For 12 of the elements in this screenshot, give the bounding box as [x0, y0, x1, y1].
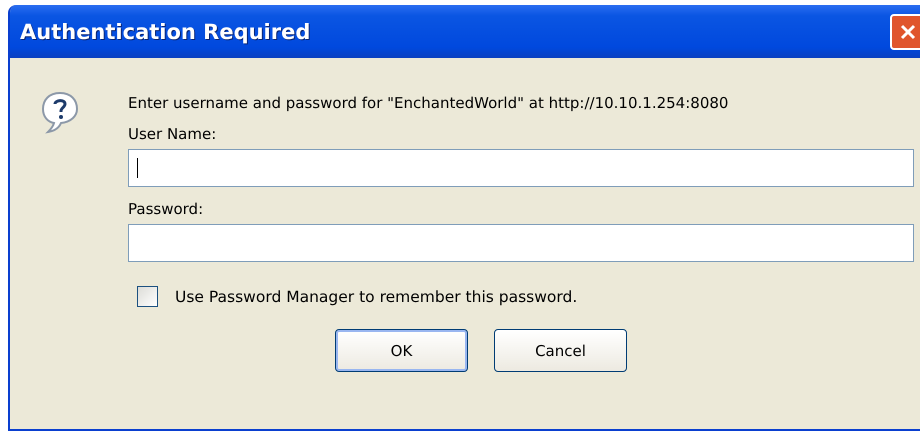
dialog-button[interactable]: OK — [335, 329, 468, 372]
prompt-message: Enter username and password for "EnchantedWorld" at http://10.10.1.254:8080 — [128, 94, 730, 112]
question-bubble-icon — [40, 90, 80, 134]
field-label: Password: — [128, 200, 204, 218]
field-label: User Name: — [128, 125, 218, 143]
window-title: Authentication Required — [20, 20, 310, 44]
input-field[interactable] — [128, 224, 914, 262]
close-button[interactable] — [890, 14, 920, 50]
checkbox-label: Use Password Manager to remember this password. — [175, 288, 578, 306]
remember-checkbox[interactable] — [137, 286, 158, 307]
dialog-button[interactable]: Cancel — [494, 329, 627, 372]
input-field[interactable] — [128, 149, 914, 187]
